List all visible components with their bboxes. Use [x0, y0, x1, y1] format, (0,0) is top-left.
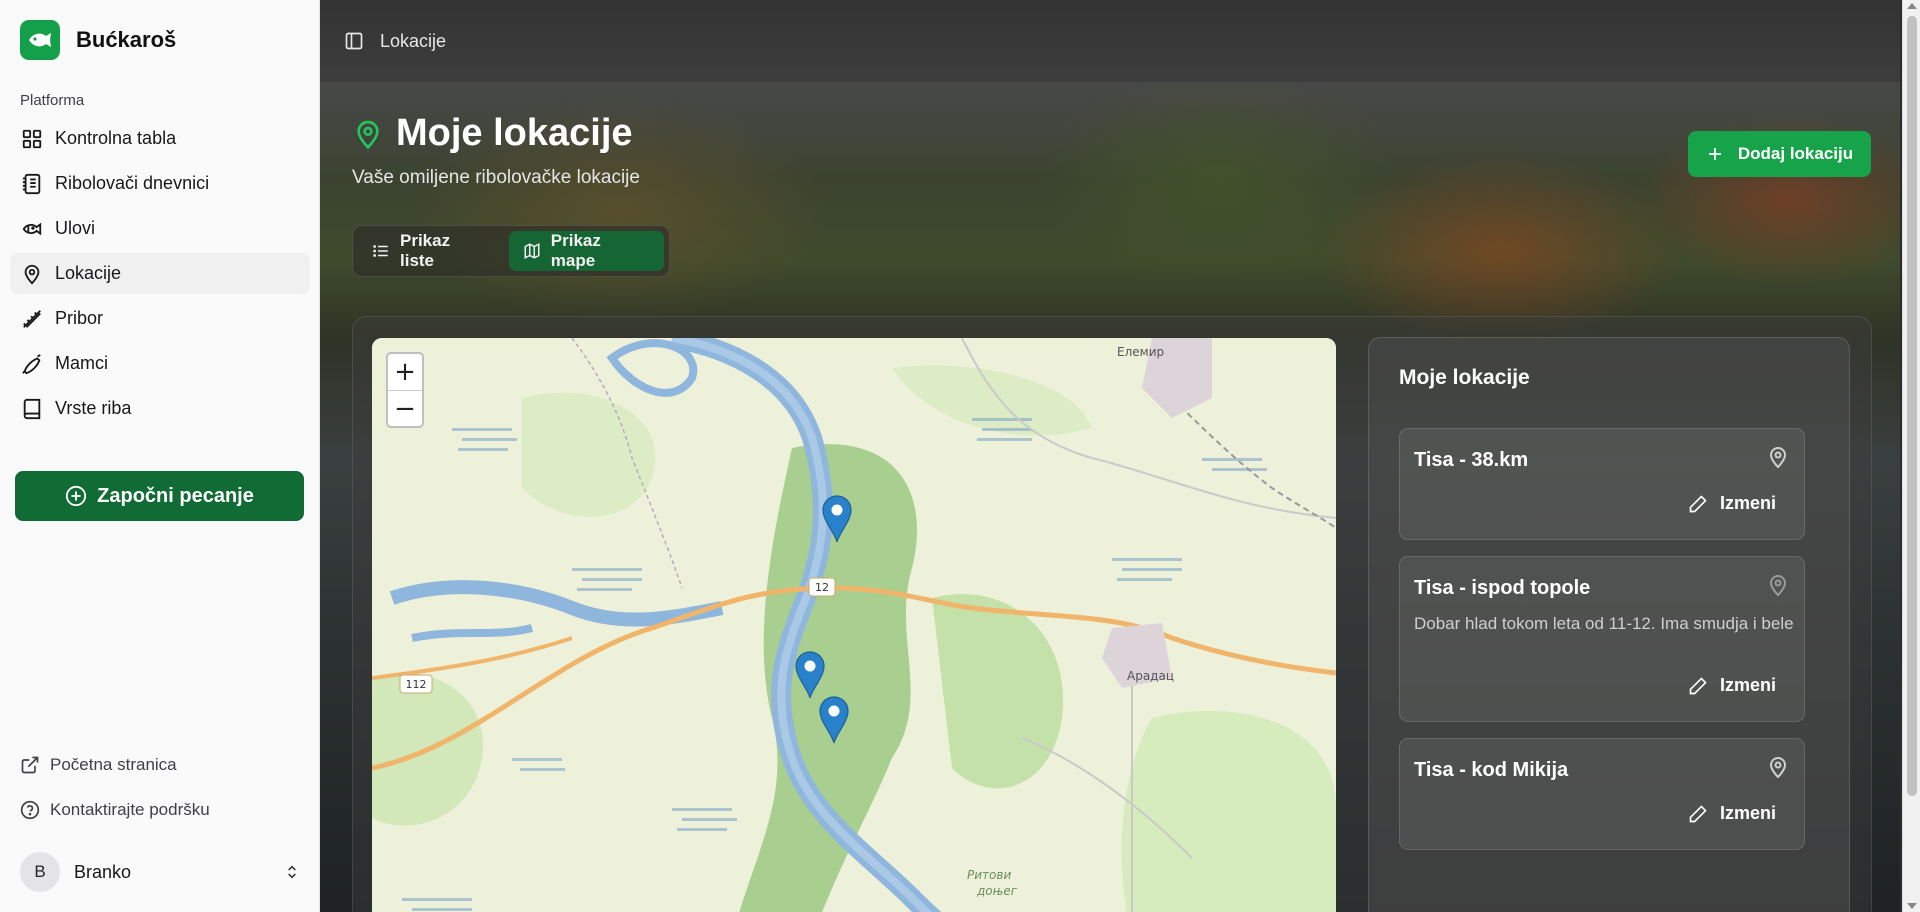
user-name: Branko — [74, 861, 132, 882]
fish-icon — [22, 222, 42, 235]
book-icon — [23, 398, 41, 419]
home-page-link[interactable]: Početna stranica — [20, 742, 210, 787]
sidebar-item-kontrolna-tabla[interactable]: Kontrolna tabla — [10, 118, 310, 159]
edit-label: Izmeni — [1719, 493, 1776, 513]
map-pin-icon[interactable] — [1766, 755, 1790, 779]
map-pin-icon — [24, 264, 40, 284]
sidebar-nav: Kontrolna tabla Ribolovači dnevnici Ulov… — [10, 118, 310, 433]
fishing-rod-icon — [23, 309, 41, 328]
page-header: Moje lokacije Vaše omiljene ribolovačke … — [352, 112, 640, 189]
location-card[interactable]: Tisa - 38.km Izmeni — [1399, 428, 1805, 540]
notebook-icon — [22, 173, 41, 194]
map-label-ritovi: Ритови — [967, 868, 1011, 882]
map-pin-icon[interactable] — [1766, 573, 1790, 597]
road-12-label: 12 — [815, 581, 829, 594]
sidebar-item-ribolovaci-dnevnici[interactable]: Ribolovači dnevnici — [10, 163, 310, 204]
location-card[interactable]: Tisa - ispod topole Dobar hlad tokom let… — [1399, 556, 1805, 722]
zoom-out-button[interactable]: − — [388, 390, 422, 426]
sidebar-item-label: Kontrolna tabla — [55, 128, 177, 148]
edit-label: Izmeni — [1719, 675, 1776, 695]
sidebar-item-label: Ribolovači dnevnici — [55, 173, 210, 193]
breadcrumb: Lokacije — [380, 30, 447, 51]
lure-icon — [22, 353, 41, 374]
brand[interactable]: Bućkaroš — [20, 20, 176, 60]
sidebar-toggle-icon[interactable] — [344, 31, 364, 51]
map-view-label: Prikaz mape — [550, 231, 601, 270]
help-circle-icon — [20, 800, 40, 819]
fish-logo-icon — [20, 20, 60, 60]
home-page-label: Početna stranica — [50, 754, 177, 774]
scrollbar-thumb[interactable] — [1907, 16, 1917, 796]
external-link-icon — [21, 756, 39, 773]
location-name: Tisa - ispod topole — [1414, 577, 1591, 599]
map-view-button[interactable]: Prikaz mape — [508, 231, 664, 271]
edit-location-button[interactable]: Izmeni — [1688, 803, 1776, 824]
start-fishing-label: Započni pecanje — [97, 484, 254, 507]
sidebar-item-label: Pribor — [55, 308, 104, 328]
list-view-button[interactable]: Prikaz liste — [358, 231, 503, 271]
pencil-icon — [1689, 676, 1707, 694]
sidebar-item-label: Lokacije — [55, 263, 122, 283]
zoom-in-button[interactable]: + — [388, 354, 422, 390]
list-view-label: Prikaz liste — [400, 231, 451, 270]
add-location-label: Dodaj lokaciju — [1737, 144, 1854, 163]
edit-location-button[interactable]: Izmeni — [1688, 675, 1776, 696]
support-link[interactable]: Kontaktirajte podršku — [20, 787, 210, 832]
map-pin-icon[interactable] — [1766, 445, 1790, 469]
edit-label: Izmeni — [1719, 803, 1776, 823]
map-icon — [524, 243, 540, 259]
map-marker[interactable] — [819, 696, 849, 744]
sidebar-item-lokacije[interactable]: Lokacije — [10, 253, 310, 294]
sidebar-item-vrste-riba[interactable]: Vrste riba — [10, 388, 310, 429]
sidebar-item-label: Ulovi — [55, 218, 96, 238]
pencil-icon — [1689, 494, 1707, 512]
sidebar-item-label: Mamci — [55, 353, 108, 373]
scroll-up-arrow-icon[interactable] — [1907, 3, 1917, 9]
map-pin-icon — [357, 120, 379, 149]
sidebar-footer-links: Početna stranica Kontaktirajte podršku — [20, 742, 210, 832]
sidebar-item-pribor[interactable]: Pribor — [10, 298, 310, 339]
view-toggle: Prikaz liste Prikaz mape — [352, 225, 670, 277]
location-name: Tisa - 38.km — [1414, 449, 1529, 471]
support-label: Kontaktirajte podršku — [50, 799, 210, 819]
page-title: Moje lokacije — [396, 112, 633, 154]
topbar: Lokacije — [320, 0, 1900, 82]
map-marker[interactable] — [795, 651, 825, 699]
pencil-icon — [1689, 804, 1707, 822]
sidebar-item-ulovi[interactable]: Ulovi — [10, 208, 310, 249]
road-112-label: 112 — [406, 678, 427, 691]
sidebar: Bućkaroš Platforma Kontrolna tabla Ribol… — [0, 0, 320, 912]
user-menu[interactable]: B Branko — [20, 852, 300, 892]
locations-panel-title: Moje lokacije — [1399, 366, 1530, 389]
add-location-button[interactable]: Dodaj lokaciju — [1688, 131, 1871, 177]
start-fishing-button[interactable]: Započni pecanje — [15, 471, 304, 521]
locations-panel: Moje lokacije Tisa - 38.km Izmeni Tisa -… — [1368, 337, 1850, 912]
avatar: B — [20, 852, 60, 892]
plus-circle-icon — [66, 485, 87, 507]
page-subtitle: Vaše omiljene ribolovačke lokacije — [352, 167, 640, 188]
list-icon — [373, 245, 388, 257]
zoom-control: + − — [386, 352, 424, 428]
map-label-aradac: Арадац — [1127, 669, 1174, 683]
app-name: Bućkaroš — [76, 27, 177, 52]
grid-icon — [22, 129, 42, 148]
plus-icon — [1708, 148, 1721, 160]
chevrons-up-down-icon — [288, 865, 296, 879]
location-description: Dobar hlad tokom leta od 11-12. Ima smud… — [1414, 614, 1794, 633]
map-label-elemir: Елемир — [1117, 345, 1164, 359]
map-tiles[interactable]: 12 112 Елемир Арадац Ритови доњег — [372, 338, 1336, 912]
sidebar-item-mamci[interactable]: Mamci — [10, 343, 310, 384]
map-view[interactable]: 12 112 Елемир Арадац Ритови доњег + − — [372, 338, 1336, 912]
section-label: Platforma — [20, 92, 85, 109]
map-label-donjeg: доњег — [976, 884, 1018, 898]
location-name: Tisa - kod Mikija — [1414, 759, 1569, 781]
map-marker[interactable] — [822, 495, 852, 543]
scroll-down-arrow-icon[interactable] — [1907, 903, 1917, 909]
edit-location-button[interactable]: Izmeni — [1688, 493, 1776, 514]
page-scrollbar[interactable] — [1902, 0, 1920, 912]
location-card[interactable]: Tisa - kod Mikija Izmeni — [1399, 738, 1805, 850]
sidebar-item-label: Vrste riba — [55, 398, 132, 418]
